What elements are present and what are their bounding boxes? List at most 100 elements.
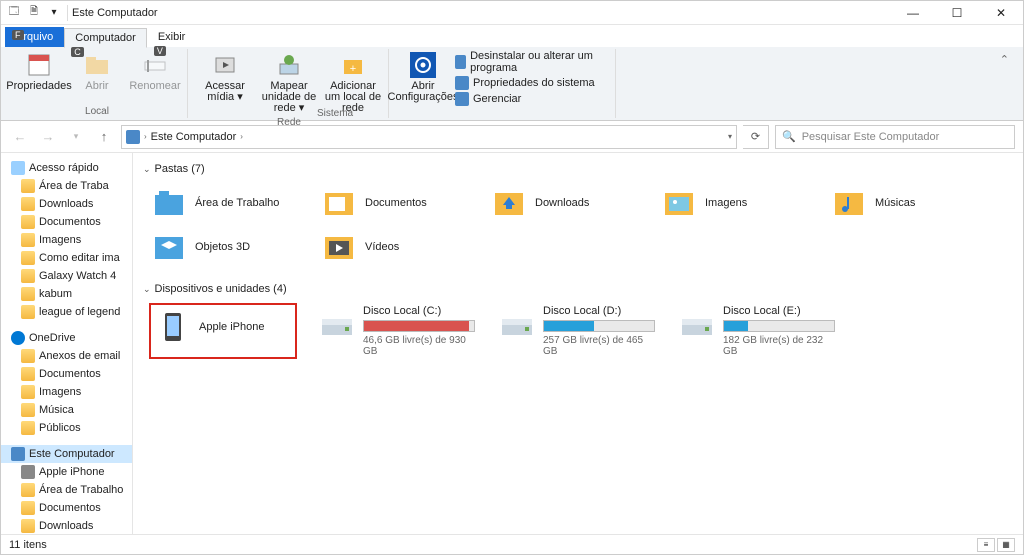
media-icon	[211, 51, 239, 79]
ql-icon	[11, 161, 25, 175]
system-icon	[455, 55, 466, 69]
ribbon-collapse-button[interactable]: ⌃	[992, 49, 1017, 70]
address-bar[interactable]: › Este Computador › ▾	[121, 125, 737, 149]
ribbon-tab-exibir[interactable]: VExibir	[147, 27, 197, 47]
disk-icon	[499, 305, 535, 341]
tree-qa-item-1[interactable]: Downloads	[1, 195, 132, 213]
tree-od-item-2[interactable]: Imagens	[1, 383, 132, 401]
phone-icon	[155, 309, 191, 345]
ribbon-item-rede-2[interactable]: +Adicionar um local de rede	[322, 49, 384, 116]
tree-this-pc[interactable]: Este Computador	[1, 445, 132, 463]
refresh-button[interactable]: ⟳	[743, 125, 769, 149]
folder-tile-documents[interactable]: Documentos	[319, 183, 469, 223]
ribbon-item-sys-2[interactable]: Gerenciar	[451, 91, 611, 107]
status-item-count: 11 itens	[9, 539, 47, 551]
dev-icon	[21, 465, 35, 479]
ribbon-tab-computador[interactable]: CComputador	[64, 28, 147, 48]
nav-forward-button[interactable]: →	[37, 126, 59, 148]
ribbon-item-rede-0[interactable]: Acessar mídia ▾	[194, 49, 256, 105]
tree-od-item-3[interactable]: Música	[1, 401, 132, 419]
folder-icon	[21, 287, 35, 301]
close-button[interactable]: ✕	[979, 1, 1023, 25]
settings-icon	[409, 51, 437, 79]
tree-qa-item-3[interactable]: Imagens	[1, 231, 132, 249]
qat-dropdown[interactable]: ▾	[45, 4, 63, 22]
disk-icon	[319, 305, 355, 341]
tree-od-item-0[interactable]: Anexos de email	[1, 347, 132, 365]
tree-pc-item-0[interactable]: Apple iPhone	[1, 463, 132, 481]
search-input[interactable]: 🔍 Pesquisar Este Computador	[775, 125, 1015, 149]
folder-icon	[21, 501, 35, 515]
folder-tile-videos[interactable]: Vídeos	[319, 227, 469, 267]
od-icon	[11, 331, 25, 345]
capacity-bar	[723, 320, 835, 332]
system-icon	[455, 92, 469, 106]
nav-back-button[interactable]: ←	[9, 126, 31, 148]
chevron-down-icon: ⌄	[143, 284, 151, 295]
tree-onedrive[interactable]: OneDrive	[1, 329, 132, 347]
tree-qa-item-5[interactable]: Galaxy Watch 4	[1, 267, 132, 285]
folder-tile-music[interactable]: Músicas	[829, 183, 979, 223]
tree-quick-access[interactable]: Acesso rápido	[1, 159, 132, 177]
maximize-button[interactable]: ☐	[935, 1, 979, 25]
folder-icon	[21, 349, 35, 363]
tree-qa-item-7[interactable]: league of legend	[1, 303, 132, 321]
quick-access-toolbar: 🗔 🗎 ▾	[5, 4, 63, 22]
disk-icon	[679, 305, 715, 341]
tree-od-item-4[interactable]: Públicos	[1, 419, 132, 437]
group-header-folders[interactable]: ⌄ Pastas (7)	[143, 159, 1013, 179]
qat-button-1[interactable]: 🗔	[5, 4, 23, 22]
tree-qa-item-6[interactable]: kabum	[1, 285, 132, 303]
open-icon	[83, 51, 111, 79]
address-dropdown[interactable]: ▾	[728, 132, 732, 141]
ribbon-tab-file[interactable]: F Arquivo	[5, 27, 64, 47]
ribbon-tabs: F Arquivo CComputadorVExibir	[1, 25, 1023, 47]
tree-qa-item-0[interactable]: Área de Traba	[1, 177, 132, 195]
desktop-folder-icon	[151, 185, 187, 221]
qat-button-2[interactable]: 🗎	[25, 4, 43, 22]
window-controls: — ☐ ✕	[891, 1, 1023, 25]
folder-tile-pictures[interactable]: Imagens	[659, 183, 809, 223]
ribbon-item-sys-0[interactable]: Desinstalar ou alterar um programa	[451, 49, 611, 75]
tree-qa-item-4[interactable]: Como editar ima	[1, 249, 132, 267]
status-bar: 11 itens ≡ ▦	[1, 534, 1023, 554]
drive-tile-2[interactable]: Disco Local (D:)257 GB livre(s) de 465 G…	[497, 303, 657, 359]
divider	[67, 5, 68, 21]
breadcrumb-segment[interactable]: Este Computador	[151, 131, 237, 143]
content-pane[interactable]: ⌄ Pastas (7) Área de Trabalho Documentos D…	[133, 153, 1023, 534]
pc-icon	[11, 447, 25, 461]
system-icon	[455, 76, 469, 90]
tree-qa-item-2[interactable]: Documentos	[1, 213, 132, 231]
nav-tree[interactable]: Acesso rápidoÁrea de TrabaDownloadsDocum…	[1, 153, 133, 534]
device-tile-iphone[interactable]: Apple iPhone	[153, 307, 293, 347]
body: Acesso rápidoÁrea de TrabaDownloadsDocum…	[1, 153, 1023, 534]
ribbon-group-local: PropriedadesAbrirRenomear Local	[7, 49, 188, 118]
folder-icon	[21, 385, 35, 399]
pictures-folder-icon	[661, 185, 697, 221]
ribbon-item-sys-1[interactable]: Propriedades do sistema	[451, 75, 611, 91]
title-bar: 🗔 🗎 ▾ Este Computador — ☐ ✕	[1, 1, 1023, 25]
drive-tile-1[interactable]: Disco Local (C:)46,6 GB livre(s) de 930 …	[317, 303, 477, 359]
ribbon-item-propriedades[interactable]: Propriedades	[11, 49, 67, 94]
folder-tile-downloads[interactable]: Downloads	[489, 183, 639, 223]
ribbon-item-abrir-config[interactable]: Abrir Configurações	[395, 49, 451, 105]
group-header-devices[interactable]: ⌄ Dispositivos e unidades (4)	[143, 279, 1013, 299]
ribbon-item-rede-1[interactable]: Mapear unidade de rede ▾	[258, 49, 320, 116]
minimize-button[interactable]: —	[891, 1, 935, 25]
tree-pc-item-1[interactable]: Área de Trabalho	[1, 481, 132, 499]
nav-up-button[interactable]: ↑	[93, 126, 115, 148]
view-details-button[interactable]: ≡	[977, 538, 995, 552]
view-tiles-button[interactable]: ▦	[997, 538, 1015, 552]
search-icon: 🔍	[782, 130, 796, 143]
tree-od-item-1[interactable]: Documentos	[1, 365, 132, 383]
tree-pc-item-3[interactable]: Downloads	[1, 517, 132, 534]
folder-tile-desktop[interactable]: Área de Trabalho	[149, 183, 299, 223]
tree-pc-item-2[interactable]: Documentos	[1, 499, 132, 517]
ren-icon	[141, 51, 169, 79]
nav-recent-dropdown[interactable]: ▾	[65, 126, 87, 148]
folder-icon	[21, 233, 35, 247]
drive-tile-3[interactable]: Disco Local (E:)182 GB livre(s) de 232 G…	[677, 303, 837, 359]
map-icon	[275, 51, 303, 79]
3d-folder-icon	[151, 229, 187, 265]
folder-tile-3d[interactable]: Objetos 3D	[149, 227, 299, 267]
